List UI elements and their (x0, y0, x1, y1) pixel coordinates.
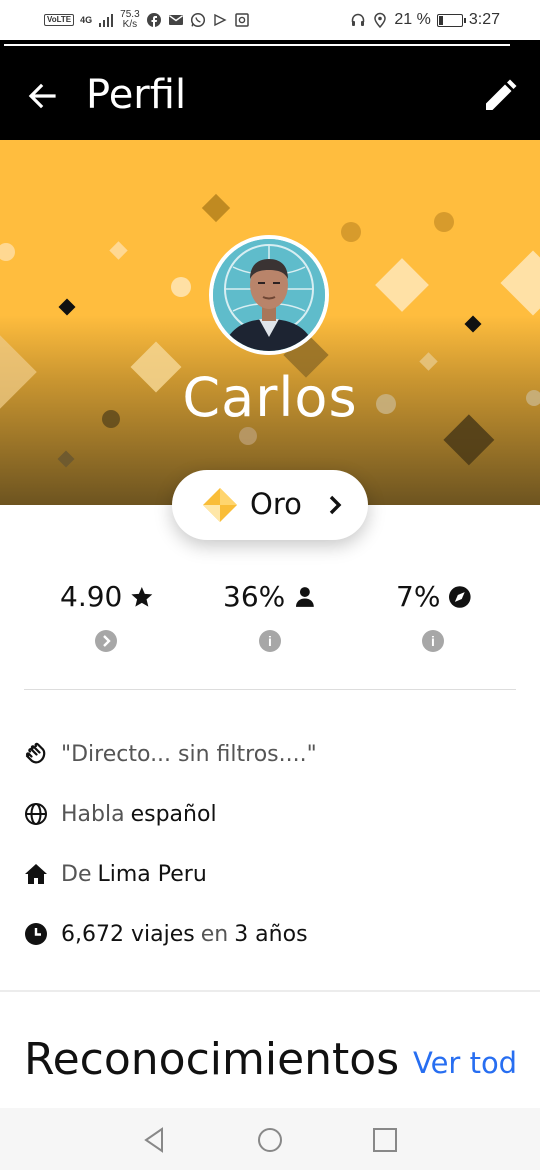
whatsapp-icon (190, 12, 205, 28)
profile-hero-banner: Carlos (0, 140, 540, 505)
headset-icon (352, 13, 365, 26)
stat-rating-value: 4.90 (60, 580, 123, 613)
origin-prefix: De (61, 861, 92, 887)
stat-rating: 4.90 (60, 580, 154, 652)
battery-fill (438, 15, 443, 25)
language-prefix: Habla (61, 801, 125, 827)
volte-badge: VoLTE (44, 14, 75, 26)
tier-diamond-icon (203, 488, 237, 522)
origin-row: De Lima Peru (24, 857, 207, 891)
screenshot-icon (234, 13, 249, 27)
mail-icon (168, 15, 183, 25)
stat-rating-value-row: 4.90 (60, 580, 154, 613)
rating-chevron-button[interactable] (95, 630, 117, 652)
nav-recents-icon[interactable] (371, 1126, 399, 1154)
battery-icon (436, 13, 466, 27)
network-speed: 75.3 K/s (120, 10, 139, 30)
quote-text: "Directo... sin filtros...." (61, 741, 317, 767)
clock: 3:27 (468, 11, 500, 28)
trips-count: 6,672 viajes (61, 921, 195, 947)
quote-row: "Directo... sin filtros...." (24, 737, 317, 771)
system-nav-bar (0, 1108, 540, 1170)
stat-cancellation: 7% i (396, 580, 472, 652)
trips-row: 6,672 viajes en 3 años (24, 917, 308, 951)
see-all-link[interactable]: Ver tod (413, 1046, 517, 1080)
tier-badge-button[interactable]: Oro (172, 470, 368, 540)
battery-percent: 21 % (394, 11, 431, 28)
wave-hand-icon (25, 742, 46, 764)
rider-name: Carlos (182, 366, 358, 429)
back-arrow-icon[interactable] (24, 78, 60, 114)
speed-unit: K/s (122, 19, 138, 30)
stat-cancellation-value: 7% (396, 580, 441, 613)
edit-pencil-icon[interactable] (480, 76, 520, 116)
cancellation-info-button[interactable]: i (422, 630, 444, 652)
stat-acceptance: 36% i (223, 580, 317, 652)
acceptance-info-button[interactable]: i (259, 630, 281, 652)
status-left: VoLTE 4G 75.3 K/s (44, 10, 250, 30)
stat-acceptance-value-row: 36% (223, 580, 317, 613)
trips-connector: en (200, 921, 229, 947)
language-value: español (130, 801, 217, 827)
stat-cancellation-value-row: 7% (396, 580, 472, 613)
origin-value: Lima Peru (97, 861, 207, 887)
star-icon (131, 586, 153, 607)
app-bar: Perfil (0, 40, 540, 140)
network-type: 4G (80, 15, 93, 25)
chevron-right-icon (329, 495, 342, 515)
clock-icon (25, 923, 47, 945)
location-icon (374, 12, 387, 28)
profile-avatar (209, 235, 329, 355)
status-right: 21 % 3:27 (350, 11, 500, 29)
recognitions-title: Reconocimientos (24, 1034, 400, 1085)
stat-acceptance-value: 36% (223, 580, 286, 613)
trips-years: 3 años (234, 921, 308, 947)
status-bar: VoLTE 4G 75.3 K/s 21 % 3:27 (0, 0, 540, 40)
chevron-right-icon (103, 635, 111, 647)
nav-back-icon[interactable] (140, 1126, 168, 1154)
page-title: Perfil (86, 72, 187, 118)
avatar-photo (213, 239, 325, 351)
person-icon (296, 586, 315, 607)
language-row: Habla español (24, 797, 217, 831)
play-store-icon (213, 13, 227, 27)
nav-home-icon[interactable] (256, 1126, 284, 1154)
compass-icon (449, 585, 472, 608)
home-icon (25, 864, 47, 884)
signal-icon (99, 14, 114, 27)
tier-label: Oro (250, 487, 302, 521)
stats-divider (24, 689, 516, 690)
app-bar-top-line (4, 44, 510, 46)
stats-row: 4.90 36% i 7% i (0, 580, 540, 660)
globe-icon (25, 803, 47, 825)
section-divider (0, 990, 540, 992)
facebook-icon (146, 13, 161, 27)
